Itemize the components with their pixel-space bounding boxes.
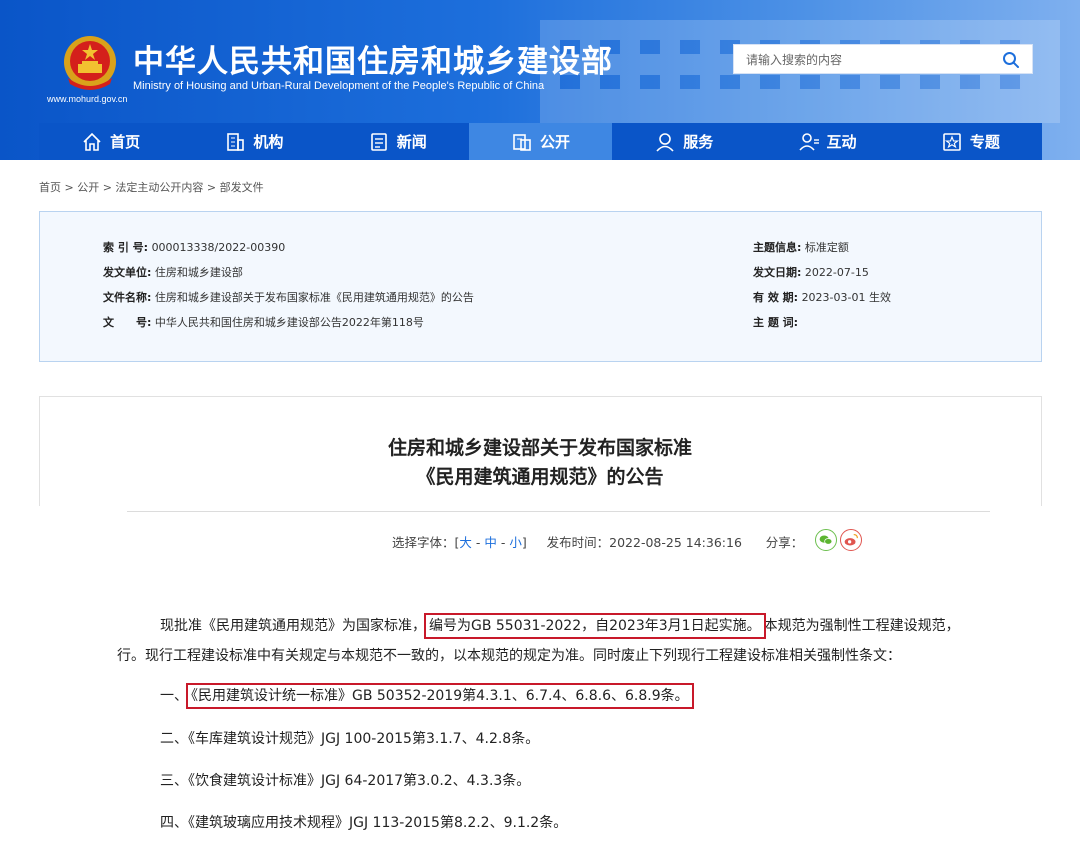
site-title[interactable]: 中华人民共和国住房和城乡建设部 (133, 36, 613, 81)
news-icon (370, 132, 387, 151)
font-medium-link[interactable]: 中 (484, 535, 497, 550)
building-icon (227, 132, 245, 151)
document-info-box: 索 引 号: 000013338/2022-00390 发文单位: 住房和城乡建… (39, 211, 1042, 362)
nav-item-topic[interactable]: 专题 (899, 123, 1042, 160)
nav-label: 新闻 (396, 133, 427, 151)
info-keywords: 主 题 词: (753, 316, 799, 329)
nav-label: 机构 (253, 133, 284, 151)
nav-item-home[interactable]: 首页 (39, 123, 182, 160)
list-item-4: 四、《建筑玻璃应用技术规程》JGJ 113-2015第8.2.2、9.1.2条。 (160, 815, 568, 831)
open-gov-icon (513, 133, 531, 151)
font-large-link[interactable]: 大 (459, 535, 472, 550)
list-item-1: 一、 《民用建筑设计统一标准》GB 50352-2019第4.3.1、6.7.4、… (160, 683, 694, 709)
font-small-link[interactable]: 小 (509, 535, 522, 550)
font-size-label: 选择字体：[ (392, 535, 460, 550)
search-icon[interactable] (1002, 51, 1020, 69)
paragraph-2: 行。现行工程建设标准中有关规定与本规范不一致的，以本规范的规定为准。同时废止下列… (117, 648, 901, 664)
service-icon (656, 132, 674, 152)
wechat-share-icon[interactable] (815, 529, 837, 551)
list-item-3: 三、《饮食建筑设计标准》JGJ 64-2017第3.0.2、4.3.3条。 (160, 773, 531, 789)
paragraph-1: 现批准《民用建筑通用规范》为国家标准， 编号为GB 55031-2022，自202… (160, 613, 960, 639)
main-nav: 首页 机构 新闻 公开 服务 互动 专题 (39, 123, 1042, 160)
share-label: 分享： (765, 535, 804, 550)
nav-label: 首页 (110, 133, 141, 151)
search-box (733, 44, 1033, 74)
article-title-line1: 住房和城乡建设部关于发布国家标准 (387, 437, 692, 459)
nav-item-org[interactable]: 机构 (182, 123, 325, 160)
nav-item-open[interactable]: 公开 (468, 123, 613, 160)
publish-label: 发布时间： (546, 535, 610, 550)
nav-label: 服务 (683, 133, 714, 151)
site-subtitle: Ministry of Housing and Urban-Rural Deve… (133, 80, 545, 92)
info-index: 索 引 号: 000013338/2022-00390 (103, 241, 286, 254)
info-date: 发文日期: 2022-07-15 (753, 266, 869, 279)
info-valid: 有 效 期: 2023-03-01 生效 (753, 291, 891, 304)
nav-item-interact[interactable]: 互动 (755, 123, 898, 160)
info-docno: 文 号: 中华人民共和国住房和城乡建设部公告2022年第118号 (103, 316, 424, 329)
info-issuer: 发文单位: 住房和城乡建设部 (103, 266, 243, 279)
site-header: www.mohurd.gov.cn 中华人民共和国住房和城乡建设部 Minist… (0, 0, 1080, 160)
title-divider (127, 511, 990, 512)
font-close: ] (521, 535, 527, 550)
publish-time: 2022-08-25 14:36:16 (609, 535, 742, 550)
interact-icon (798, 132, 819, 151)
search-input[interactable] (746, 51, 986, 69)
nav-label: 公开 (539, 133, 570, 151)
info-docname: 文件名称: 住房和城乡建设部关于发布国家标准《民用建筑通用规范》的公告 (103, 291, 474, 304)
info-topic: 主题信息: 标准定额 (753, 241, 849, 254)
home-icon (83, 132, 101, 151)
weibo-share-icon[interactable] (840, 529, 862, 551)
article-meta: 选择字体：[大 - 中 - 小] 发布时间：2022-08-25 14:36:1… (392, 535, 804, 550)
site-url: www.mohurd.gov.cn (47, 94, 128, 104)
list-item-2: 二、《车库建筑设计规范》JGJ 100-2015第3.1.7、4.2.8条。 (160, 731, 540, 747)
nav-item-news[interactable]: 新闻 (326, 123, 469, 160)
highlight-abolished-item: 《民用建筑设计统一标准》GB 50352-2019第4.3.1、6.7.4、6.… (186, 683, 694, 709)
breadcrumb[interactable]: 首页 > 公开 > 法定主动公开内容 > 部发文件 (39, 179, 264, 195)
nav-label: 互动 (826, 133, 857, 151)
national-emblem-icon (64, 36, 116, 90)
nav-item-service[interactable]: 服务 (612, 123, 755, 160)
article-title-line2: 《民用建筑通用规范》的公告 (416, 466, 664, 488)
topic-icon (943, 132, 961, 151)
nav-label: 专题 (969, 133, 1000, 151)
highlight-standard-number: 编号为GB 55031-2022，自2023年3月1日起实施。 (424, 613, 766, 639)
